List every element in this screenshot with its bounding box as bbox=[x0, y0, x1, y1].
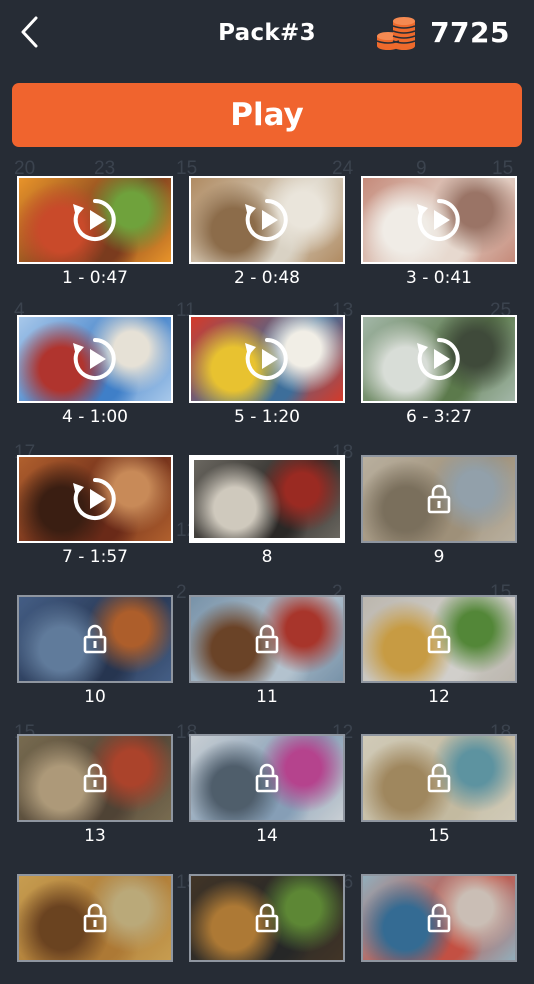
level-thumbnail[interactable] bbox=[17, 315, 173, 403]
level-label: 12 bbox=[428, 687, 450, 707]
lock-icon bbox=[427, 624, 451, 654]
level-tile[interactable]: 1 - 0:47 bbox=[17, 176, 173, 288]
level-label: 13 bbox=[84, 826, 106, 846]
level-tile[interactable]: 8 bbox=[189, 455, 345, 567]
level-label: 7 - 1:57 bbox=[62, 547, 128, 567]
lock-icon bbox=[83, 624, 107, 654]
level-tile[interactable]: 11 bbox=[189, 595, 345, 707]
replay-icon bbox=[73, 338, 116, 380]
level-label: 11 bbox=[256, 687, 278, 707]
level-label: 2 - 0:48 bbox=[234, 268, 300, 288]
level-thumbnail[interactable] bbox=[17, 595, 173, 683]
level-label: 1 - 0:47 bbox=[62, 268, 128, 288]
level-thumbnail[interactable] bbox=[189, 874, 345, 962]
level-tile[interactable]: 5 - 1:20 bbox=[189, 315, 345, 427]
lock-icon bbox=[83, 903, 107, 933]
lock-icon bbox=[255, 624, 279, 654]
level-tile[interactable]: 2 - 0:48 bbox=[189, 176, 345, 288]
level-thumbnail[interactable] bbox=[17, 874, 173, 962]
level-tile[interactable] bbox=[189, 874, 345, 984]
level-thumbnail[interactable] bbox=[189, 455, 345, 543]
level-tile[interactable]: 7 - 1:57 bbox=[17, 455, 173, 567]
level-label: 5 - 1:20 bbox=[234, 407, 300, 427]
level-thumbnail[interactable] bbox=[189, 176, 345, 264]
replay-icon bbox=[73, 478, 116, 520]
level-label: 14 bbox=[256, 826, 278, 846]
level-tile[interactable]: 9 bbox=[361, 455, 517, 567]
level-label: 8 bbox=[261, 547, 273, 567]
level-label: 4 - 1:00 bbox=[62, 407, 128, 427]
level-thumbnail[interactable] bbox=[361, 315, 517, 403]
level-thumbnail[interactable] bbox=[189, 595, 345, 683]
lock-icon bbox=[255, 903, 279, 933]
level-tile[interactable]: 6 - 3:27 bbox=[361, 315, 517, 427]
level-grid: 1 - 0:47 2 - 0:48 3 - 0:41 4 - 1:00 5 - … bbox=[0, 0, 534, 962]
level-tile[interactable] bbox=[361, 874, 517, 984]
level-thumbnail[interactable] bbox=[189, 734, 345, 822]
level-thumbnail[interactable] bbox=[361, 734, 517, 822]
replay-icon bbox=[417, 199, 460, 241]
level-tile[interactable]: 12 bbox=[361, 595, 517, 707]
level-label: 10 bbox=[84, 687, 106, 707]
level-tile[interactable]: 10 bbox=[17, 595, 173, 707]
level-label: 3 - 0:41 bbox=[406, 268, 472, 288]
lock-icon bbox=[83, 763, 107, 793]
level-thumbnail[interactable] bbox=[361, 595, 517, 683]
replay-icon bbox=[245, 338, 288, 380]
replay-icon bbox=[245, 199, 288, 241]
thumbnail-overlay bbox=[194, 460, 340, 538]
level-tile[interactable]: 14 bbox=[189, 734, 345, 846]
level-tile[interactable]: 13 bbox=[17, 734, 173, 846]
level-tile[interactable] bbox=[17, 874, 173, 984]
level-thumbnail[interactable] bbox=[17, 176, 173, 264]
replay-icon bbox=[73, 199, 116, 241]
level-tile[interactable]: 4 - 1:00 bbox=[17, 315, 173, 427]
lock-icon bbox=[427, 484, 451, 514]
level-tile[interactable]: 15 bbox=[361, 734, 517, 846]
level-thumbnail[interactable] bbox=[361, 455, 517, 543]
level-thumbnail[interactable] bbox=[361, 176, 517, 264]
replay-icon bbox=[417, 338, 460, 380]
lock-icon bbox=[427, 903, 451, 933]
level-thumbnail[interactable] bbox=[361, 874, 517, 962]
level-tile[interactable]: 3 - 0:41 bbox=[361, 176, 517, 288]
level-thumbnail[interactable] bbox=[17, 455, 173, 543]
level-label: 15 bbox=[428, 826, 450, 846]
lock-icon bbox=[427, 763, 451, 793]
level-label: 6 - 3:27 bbox=[406, 407, 472, 427]
level-thumbnail[interactable] bbox=[189, 315, 345, 403]
level-thumbnail[interactable] bbox=[17, 734, 173, 822]
level-label: 9 bbox=[433, 547, 445, 567]
lock-icon bbox=[255, 763, 279, 793]
